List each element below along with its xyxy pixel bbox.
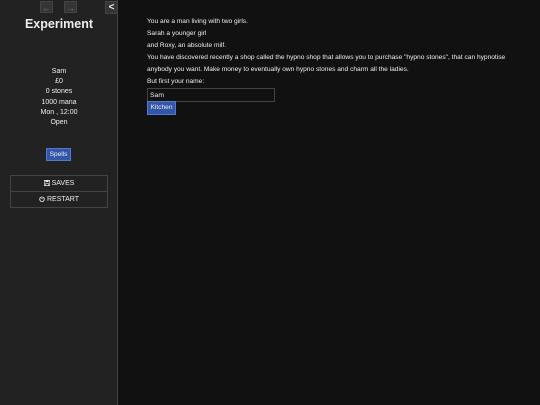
passage-line: But first your name:: [147, 78, 205, 85]
passage-line: and Roxy, an absolute milf.: [147, 42, 227, 49]
player-name: Sam: [51, 68, 67, 75]
history-forward-button[interactable]: →: [64, 1, 77, 13]
passage-line: You have discovered recently a shop call…: [147, 54, 506, 73]
sidebar: ← → < Experiment Sam £0 0 stones 1000 ma…: [0, 0, 118, 405]
saves-button[interactable]: SAVES: [11, 176, 107, 191]
story-title: Experiment: [24, 17, 94, 31]
arrow-right-icon: →: [66, 3, 75, 13]
spells-button[interactable]: Spells: [46, 148, 71, 161]
arrow-left-icon: ←: [42, 3, 51, 13]
history-back-button[interactable]: ←: [40, 1, 53, 13]
power-icon: [39, 192, 45, 207]
money-value: £0: [55, 78, 63, 86]
passage-line: Sarah a younger girl: [147, 30, 207, 37]
stats-panel: Sam £0 0 stones 1000 mana Mon , 12:00 Op…: [0, 67, 118, 128]
stones-count: 0 stones: [45, 88, 73, 96]
passage-line: You are a man living with two girls.: [147, 18, 248, 25]
day-time: Mon , 12:00: [40, 108, 78, 116]
kitchen-link[interactable]: Kitchen: [147, 101, 176, 115]
shop-status: Open: [50, 119, 68, 127]
chevron-left-icon: <: [108, 2, 115, 13]
restart-button[interactable]: RESTART: [11, 191, 107, 207]
name-input[interactable]: [147, 88, 275, 102]
restart-label: RESTART: [46, 196, 80, 203]
mana-value: 1000 mana: [41, 98, 77, 106]
save-icon: [43, 176, 50, 191]
menu-core: SAVES RESTART: [10, 175, 108, 208]
passage: You are a man living with two girls. Sar…: [147, 16, 527, 88]
saves-label: SAVES: [51, 180, 75, 187]
sidebar-toggle-button[interactable]: <: [105, 1, 118, 14]
